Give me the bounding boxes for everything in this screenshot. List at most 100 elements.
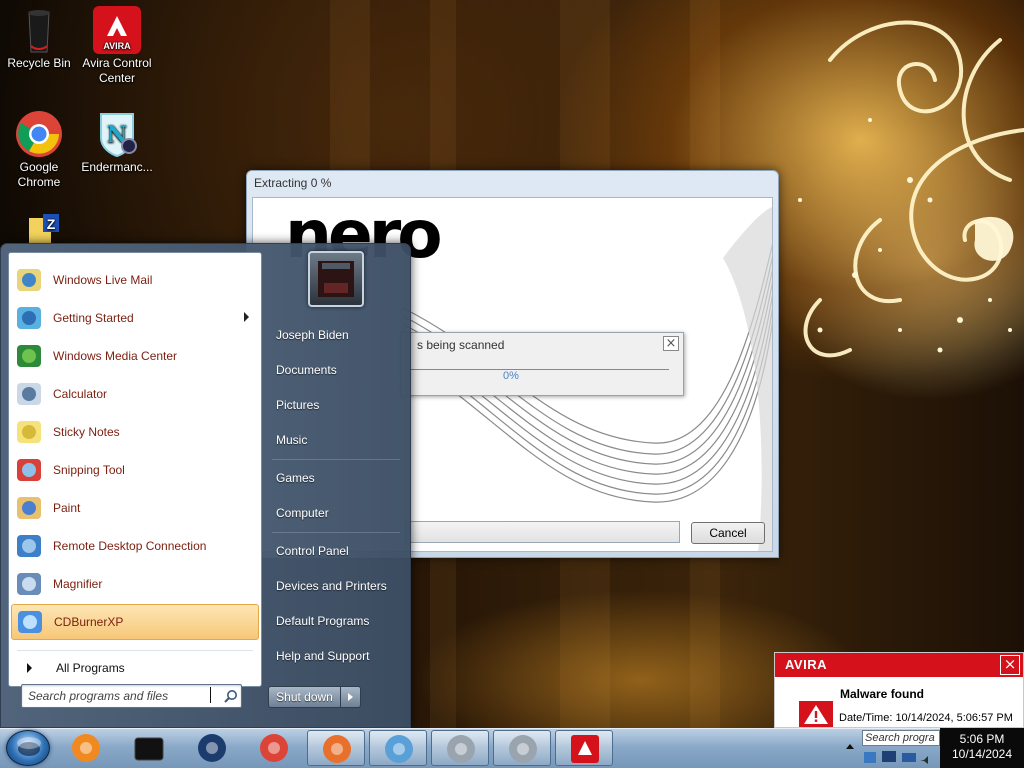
- start-menu-link[interactable]: Music: [268, 425, 406, 455]
- remote-desktop-icon: [13, 530, 45, 562]
- recycle-bin-icon: [15, 6, 63, 54]
- program-item[interactable]: Windows Live Mail: [11, 262, 259, 298]
- getting-started-icon: [13, 302, 45, 334]
- users-icon: [385, 735, 413, 763]
- paint-icon: [13, 492, 45, 524]
- desktop-icon-avira[interactable]: AVIRA Avira Control Center: [78, 6, 156, 86]
- magnifier-icon: [13, 568, 45, 600]
- svg-text:AVIRA: AVIRA: [103, 41, 131, 51]
- installer-icon: [447, 735, 475, 763]
- start-menu-link[interactable]: Documents: [268, 355, 406, 385]
- windows-media-player-icon: [72, 734, 100, 762]
- taskbar-button[interactable]: [555, 730, 613, 766]
- taskbar-button[interactable]: [183, 730, 241, 766]
- notification-date: Date/Time: 10/14/2024, 5:06:57 PM: [839, 712, 1013, 724]
- program-item[interactable]: Remote Desktop Connection: [11, 528, 259, 564]
- text-cursor: [210, 687, 211, 703]
- volume-icon[interactable]: [920, 756, 928, 764]
- chrome-icon: [15, 110, 63, 158]
- program-label: Windows Live Mail: [53, 273, 153, 287]
- extract-progress-bar: [405, 521, 680, 543]
- avira-brand: AVIRA: [785, 657, 827, 672]
- tray-icons: [864, 751, 928, 764]
- svg-text:Z: Z: [47, 216, 56, 232]
- flag-icon[interactable]: [864, 752, 876, 763]
- close-icon[interactable]: ×: [663, 336, 679, 351]
- avira-header-bar: AVIRA ×: [775, 653, 1023, 677]
- program-label: Windows Media Center: [53, 349, 178, 363]
- program-item[interactable]: Calculator: [11, 376, 259, 412]
- program-label: Remote Desktop Connection: [53, 539, 207, 553]
- taskbar-button[interactable]: [57, 730, 115, 766]
- search-icon[interactable]: [224, 689, 238, 703]
- program-label: Getting Started: [53, 311, 134, 325]
- all-programs-button[interactable]: All Programs: [11, 655, 259, 681]
- avatar[interactable]: [308, 251, 364, 307]
- taskbar-button[interactable]: [431, 730, 489, 766]
- globe-icon: [198, 734, 226, 762]
- sticky-notes-icon: [13, 416, 45, 448]
- program-item[interactable]: Snipping Tool: [11, 452, 259, 488]
- avira-icon: [571, 735, 599, 763]
- warning-icon: [799, 701, 833, 727]
- taskbar-clock[interactable]: 5:06 PM 10/14/2024: [940, 728, 1024, 768]
- snipping-tool-icon: [13, 454, 45, 486]
- shutdown-button[interactable]: Shut down: [268, 686, 341, 708]
- taskbar-button[interactable]: [369, 730, 427, 766]
- desktop-icon-archive[interactable]: Z: [0, 212, 78, 246]
- desktop-icon-label: Avira Control Center: [82, 56, 152, 85]
- windows-media-center-icon: [13, 340, 45, 372]
- avira-notification: AVIRA × Malware found Date/Time: 10/14/2…: [774, 652, 1024, 728]
- program-item[interactable]: Magnifier: [11, 566, 259, 602]
- start-menu-link[interactable]: Control Panel: [268, 536, 406, 566]
- calculator-icon: [13, 378, 45, 410]
- start-menu-link[interactable]: Devices and Printers: [268, 571, 406, 601]
- start-search-input[interactable]: Search programs and files: [21, 684, 242, 708]
- tray-search-box[interactable]: Search progra: [862, 730, 940, 746]
- chrome-icon: [260, 734, 288, 762]
- scan-progress-line: [407, 369, 669, 370]
- desktop-icon-google-chrome[interactable]: Google Chrome: [0, 110, 78, 190]
- start-menu-link[interactable]: Pictures: [268, 390, 406, 420]
- network-icon[interactable]: [882, 751, 896, 762]
- taskbar-button[interactable]: [307, 730, 365, 766]
- clock-date: 10/14/2024: [951, 747, 1013, 761]
- notification-heading: Malware found: [840, 687, 925, 701]
- program-item[interactable]: Paint: [11, 490, 259, 526]
- firefox-icon: [323, 735, 351, 763]
- program-item[interactable]: Windows Media Center: [11, 338, 259, 374]
- desktop-icon-recycle-bin[interactable]: Recycle Bin: [0, 6, 78, 71]
- cdburnerxp-icon: [14, 606, 46, 638]
- start-menu-link[interactable]: Computer: [268, 498, 406, 528]
- start-button[interactable]: [6, 730, 50, 766]
- wallpaper-swirls: [798, 20, 1024, 358]
- arrow-right-icon: [348, 693, 353, 701]
- cancel-button[interactable]: Cancel: [691, 522, 765, 544]
- start-menu-link[interactable]: Games: [268, 463, 406, 493]
- black-app-icon: [134, 737, 164, 761]
- start-menu-link[interactable]: Help and Support: [268, 641, 406, 671]
- shutdown-options-button[interactable]: [340, 686, 361, 708]
- program-label: Magnifier: [53, 577, 103, 591]
- close-icon[interactable]: ×: [1000, 655, 1020, 675]
- shield-app-icon: N: [93, 110, 141, 158]
- arrow-right-icon: [27, 663, 32, 673]
- program-label: Snipping Tool: [53, 463, 125, 477]
- start-menu-link[interactable]: Joseph Biden: [268, 320, 406, 350]
- program-label: CDBurnerXP: [54, 615, 124, 629]
- desktop-icon-endermanch[interactable]: N Endermanc...: [78, 110, 156, 175]
- program-item[interactable]: CDBurnerXP: [11, 604, 259, 640]
- taskbar-button[interactable]: [120, 730, 178, 766]
- program-item[interactable]: Getting Started: [11, 300, 259, 336]
- tray-search-text: Search progra: [865, 732, 935, 744]
- program-item[interactable]: Sticky Notes: [11, 414, 259, 450]
- scan-dialog-title: s being scanned: [417, 338, 505, 352]
- taskbar-button[interactable]: [493, 730, 551, 766]
- windows-live-mail-icon: [13, 264, 45, 296]
- installer-icon-2: [509, 735, 537, 763]
- display-icon[interactable]: [902, 753, 916, 762]
- taskbar-button[interactable]: [245, 730, 303, 766]
- start-menu-link[interactable]: Default Programs: [268, 606, 406, 636]
- show-hidden-icons-icon[interactable]: [846, 744, 854, 749]
- zip-folder-icon: Z: [15, 212, 63, 244]
